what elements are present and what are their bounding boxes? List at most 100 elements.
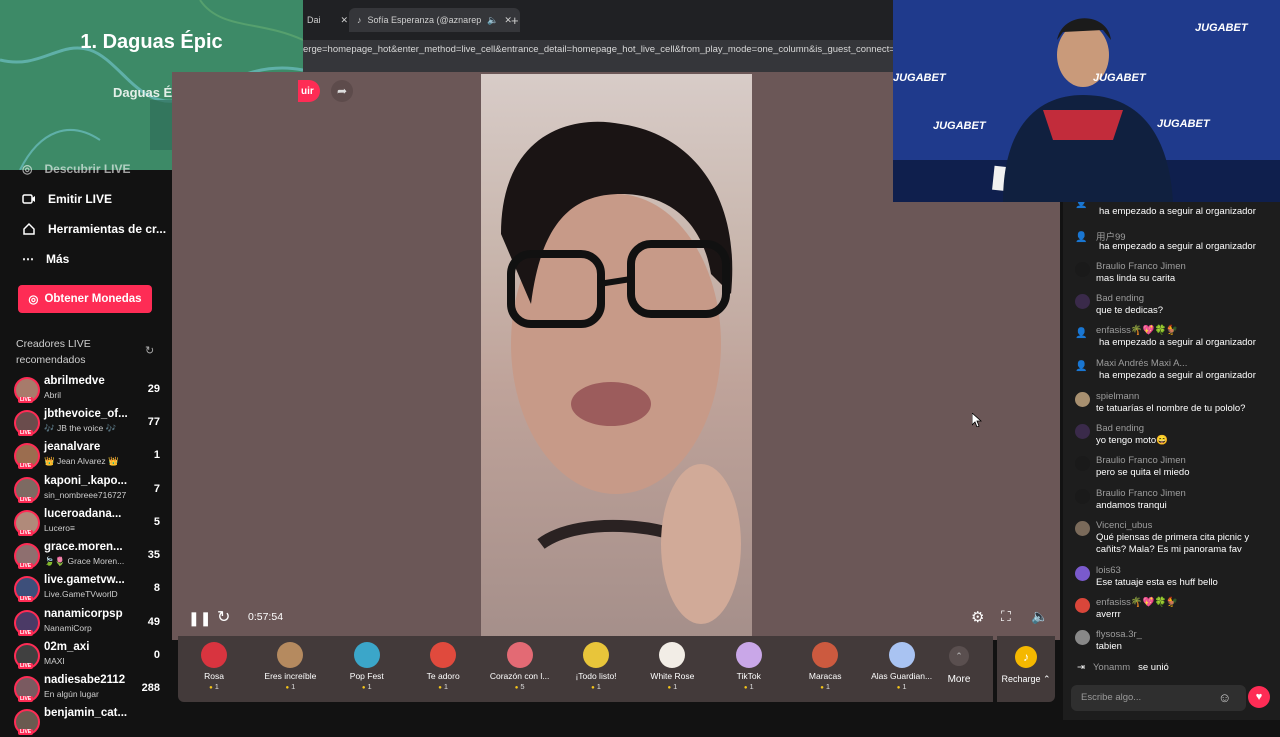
creator-item[interactable]: LIVE jeanalvare 👑 Jean Alvarez 👑 1 <box>14 441 160 471</box>
recharge-button[interactable]: ♪ Recharge ⌃ <box>997 636 1055 702</box>
nav-emitir-live[interactable]: Emitir LIVE <box>22 192 112 206</box>
live-video[interactable] <box>481 74 752 640</box>
viewer-count: 29 <box>147 383 160 395</box>
creator-name: luceroadana... <box>44 508 122 520</box>
chat-username[interactable]: enfasiss🌴💖🍀🐓 <box>1096 325 1178 336</box>
chat-text: andamos tranqui <box>1096 500 1167 511</box>
gift-price: 1 <box>252 682 328 691</box>
chat-username[interactable]: Bad ending <box>1096 423 1144 434</box>
chat-username[interactable]: spielmann <box>1096 391 1139 402</box>
refresh-icon[interactable]: ↻ <box>145 344 154 357</box>
creator-item[interactable]: LIVE kaponi_.kapo... sin_nombreee716727 7 <box>14 475 160 505</box>
creator-subtitle: MAXI <box>44 656 65 666</box>
gift-item[interactable]: ¡Todo listo!1 <box>558 642 634 691</box>
gift-item[interactable]: Alas Guardian...1 <box>864 642 940 691</box>
gift-name: Pop Fest <box>349 671 384 681</box>
heart-icon[interactable]: ♥ <box>1248 686 1270 708</box>
creator-item[interactable]: LIVE grace.moren... 🍃🌷 Grace Moren... 35 <box>14 541 160 571</box>
recommended-title: Creadores LIVE recomendados <box>16 338 91 366</box>
chat-username[interactable]: enfasiss🌴💖🍀🐓 <box>1096 597 1178 608</box>
creator-item[interactable]: LIVE 02m_axi MAXI 0 <box>14 641 160 671</box>
join-icon: ⇥ <box>1077 662 1085 673</box>
chat-text: ha empezado a seguir al organizador <box>1099 241 1256 252</box>
gift-item[interactable]: Pop Fest1 <box>329 642 405 691</box>
creator-item[interactable]: LIVE luceroadana... Lucero≡ 5 <box>14 508 160 538</box>
browser-tab-active[interactable]: ♪ Sofía Esperanza (@aznarep 🔈 ✕ <box>349 8 520 32</box>
chat-text: pero se quita el miedo <box>1096 467 1190 478</box>
gift-price: 1 <box>787 682 863 691</box>
avatar <box>1075 294 1090 309</box>
creator-item[interactable]: LIVE nadiesabe2112 En algún lugar 288 <box>14 674 160 704</box>
creator-subtitle: Live.GameTVworlD <box>44 589 118 599</box>
nav-label: Emitir LIVE <box>48 192 113 206</box>
gift-bar: Rosa1Eres increíble1Pop Fest1Te adoro1Co… <box>178 636 993 702</box>
nav-mas[interactable]: ⋯ Más <box>22 252 69 266</box>
chat-username[interactable]: Vicenci_ubus <box>1096 520 1152 531</box>
creator-name: abrilmedve <box>44 375 105 387</box>
player-photo-overlay: JUGABET JUGABET JUGABET JUGABET JUGABET <box>893 0 1280 202</box>
pause-icon[interactable]: ❚❚ <box>188 610 211 627</box>
get-coins-button[interactable]: ◎ Obtener Monedas <box>18 285 152 313</box>
gift-icon <box>659 642 686 668</box>
nav-herramientas[interactable]: Herramientas de cr... <box>22 222 166 236</box>
viewer-count: 5 <box>153 516 160 528</box>
nav-descubrir-live[interactable]: ◎ Descubrir LIVE <box>22 162 131 176</box>
gift-item[interactable]: Te adoro1 <box>405 642 481 691</box>
creator-item[interactable]: LIVE nanamicorpsp NanamiCorp 49 <box>14 608 160 638</box>
sidebar: ◎ Descubrir LIVE Emitir LIVE Herramienta… <box>0 162 172 735</box>
gift-name: ¡Todo listo! <box>575 671 617 681</box>
creator-subtitle: En algún lugar <box>44 689 99 699</box>
chat-username[interactable]: Maxi Andrés Maxi A... <box>1096 358 1187 369</box>
share-icon[interactable]: ➦ <box>331 80 353 102</box>
gift-item[interactable]: Eres increíble1 <box>252 642 328 691</box>
more-gifts-button[interactable]: ⌃ More <box>944 646 974 685</box>
avatar <box>1075 566 1090 581</box>
emoji-icon[interactable]: ☺ <box>1218 690 1231 705</box>
gift-item[interactable]: White Rose1 <box>634 642 710 691</box>
creator-item[interactable]: LIVE benjamin_cat... <box>14 707 160 737</box>
sponsor-logo: JUGABET <box>1157 118 1210 130</box>
settings-icon[interactable]: ⚙ <box>971 608 984 626</box>
browser-tab[interactable]: Dai ✕ <box>307 8 348 32</box>
creator-item[interactable]: LIVE abrilmedve Abril 29 <box>14 375 160 405</box>
chat-text: yo tengo moto😄 <box>1096 435 1169 446</box>
sponsor-logo: JUGABET <box>933 120 986 132</box>
new-tab-button[interactable]: + <box>511 8 519 32</box>
chat-username[interactable]: Braulio Franco Jimen <box>1096 261 1186 272</box>
live-badge: LIVE <box>18 696 34 702</box>
close-icon[interactable]: ✕ <box>341 15 349 26</box>
nav-label: Más <box>46 252 70 266</box>
gift-item[interactable]: Corazón con l...5 <box>482 642 558 691</box>
chat-username[interactable]: flysosa.3r_ <box>1096 629 1142 640</box>
follow-person-icon: 👤 <box>1075 361 1088 372</box>
speaker-icon[interactable]: 🔈 <box>487 15 498 26</box>
camera-icon <box>22 194 35 204</box>
creator-name: live.gametvw... <box>44 574 125 586</box>
gift-price: 1 <box>329 682 405 691</box>
fullscreen-icon[interactable]: ⛶ <box>1001 608 1011 625</box>
chat-username[interactable]: Bad ending <box>1096 293 1144 304</box>
chat-username[interactable]: Braulio Franco Jimen <box>1096 488 1186 499</box>
chat-text: ha empezado a seguir al organizador <box>1099 370 1256 381</box>
address-bar[interactable]: erge=homepage_hot&enter_method=live_cell… <box>303 40 893 72</box>
chat-username[interactable]: lois63 <box>1096 565 1121 576</box>
reload-icon[interactable]: ↻ <box>217 607 230 627</box>
creator-item[interactable]: LIVE jbthevoice_of... 🎶 JB the voice 🎶 77 <box>14 408 160 438</box>
volume-icon[interactable]: 🔈 <box>1031 608 1048 625</box>
chevron-up-icon: ⌃ <box>949 646 969 666</box>
chat-panel: 👤 ha empezado a seguir al organizador 👤 用户9… <box>1063 198 1280 720</box>
chat-username[interactable]: Braulio Franco Jimen <box>1096 455 1186 466</box>
creator-item[interactable]: LIVE live.gametvw... Live.GameTVworlD 8 <box>14 574 160 604</box>
creator-name: jeanalvare <box>44 441 101 453</box>
follow-button[interactable]: uir <box>298 80 320 102</box>
chat-text: Qué piensas de primera cita picnic y <box>1096 532 1250 543</box>
gift-item[interactable]: TikTok1 <box>711 642 787 691</box>
gift-icon <box>583 642 609 668</box>
gift-item[interactable]: Rosa1 <box>176 642 252 691</box>
more-icon: ⋯ <box>22 252 34 266</box>
follow-person-icon: 👤 <box>1075 328 1088 339</box>
chat-text: que te dedicas? <box>1096 305 1164 316</box>
avatar <box>1075 392 1090 407</box>
live-badge: LIVE <box>18 497 34 503</box>
gift-item[interactable]: Maracas1 <box>787 642 863 691</box>
